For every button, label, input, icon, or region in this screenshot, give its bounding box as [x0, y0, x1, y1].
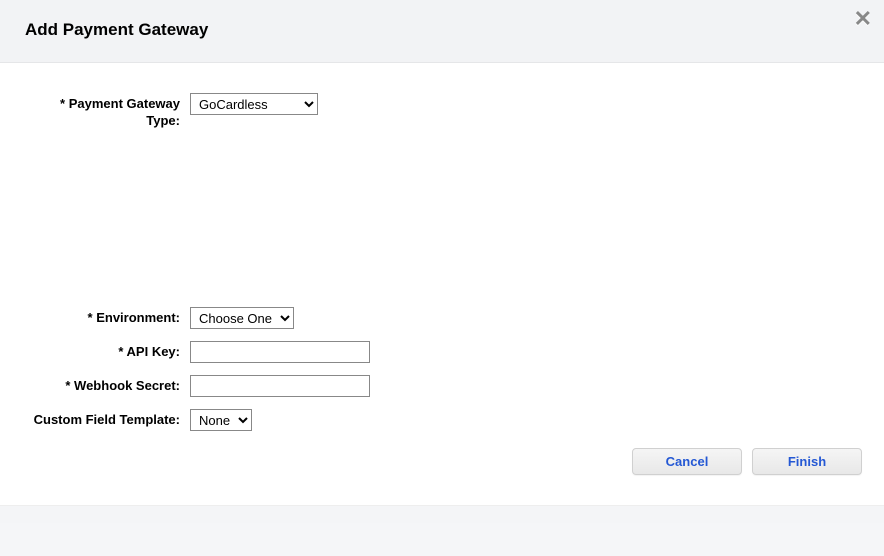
dialog-title: Add Payment Gateway	[25, 20, 859, 40]
input-api-key[interactable]	[190, 341, 370, 363]
row-webhook-secret: * Webhook Secret:	[25, 375, 859, 397]
row-gateway-type: * Payment Gateway Type: GoCardless	[25, 93, 859, 130]
dialog-header: Add Payment Gateway ✕	[0, 0, 884, 63]
label-environment: * Environment:	[25, 307, 190, 327]
row-environment: * Environment: Choose One	[25, 307, 859, 329]
footer-strip	[0, 505, 884, 523]
label-api-key: * API Key:	[25, 341, 190, 361]
select-environment[interactable]: Choose One	[190, 307, 294, 329]
select-gateway-type[interactable]: GoCardless	[190, 93, 318, 115]
label-webhook-secret: * Webhook Secret:	[25, 375, 190, 395]
row-api-key: * API Key:	[25, 341, 859, 363]
input-webhook-secret[interactable]	[190, 375, 370, 397]
cancel-button[interactable]: Cancel	[632, 448, 742, 475]
row-custom-template: Custom Field Template: None	[25, 409, 859, 431]
label-gateway-type: * Payment Gateway Type:	[25, 93, 190, 130]
select-custom-template[interactable]: None	[190, 409, 252, 431]
dialog-content: * Payment Gateway Type: GoCardless * Env…	[0, 63, 884, 523]
button-bar: Cancel Finish	[632, 448, 862, 475]
label-custom-template: Custom Field Template:	[25, 409, 190, 429]
close-icon[interactable]: ✕	[854, 6, 872, 32]
finish-button[interactable]: Finish	[752, 448, 862, 475]
